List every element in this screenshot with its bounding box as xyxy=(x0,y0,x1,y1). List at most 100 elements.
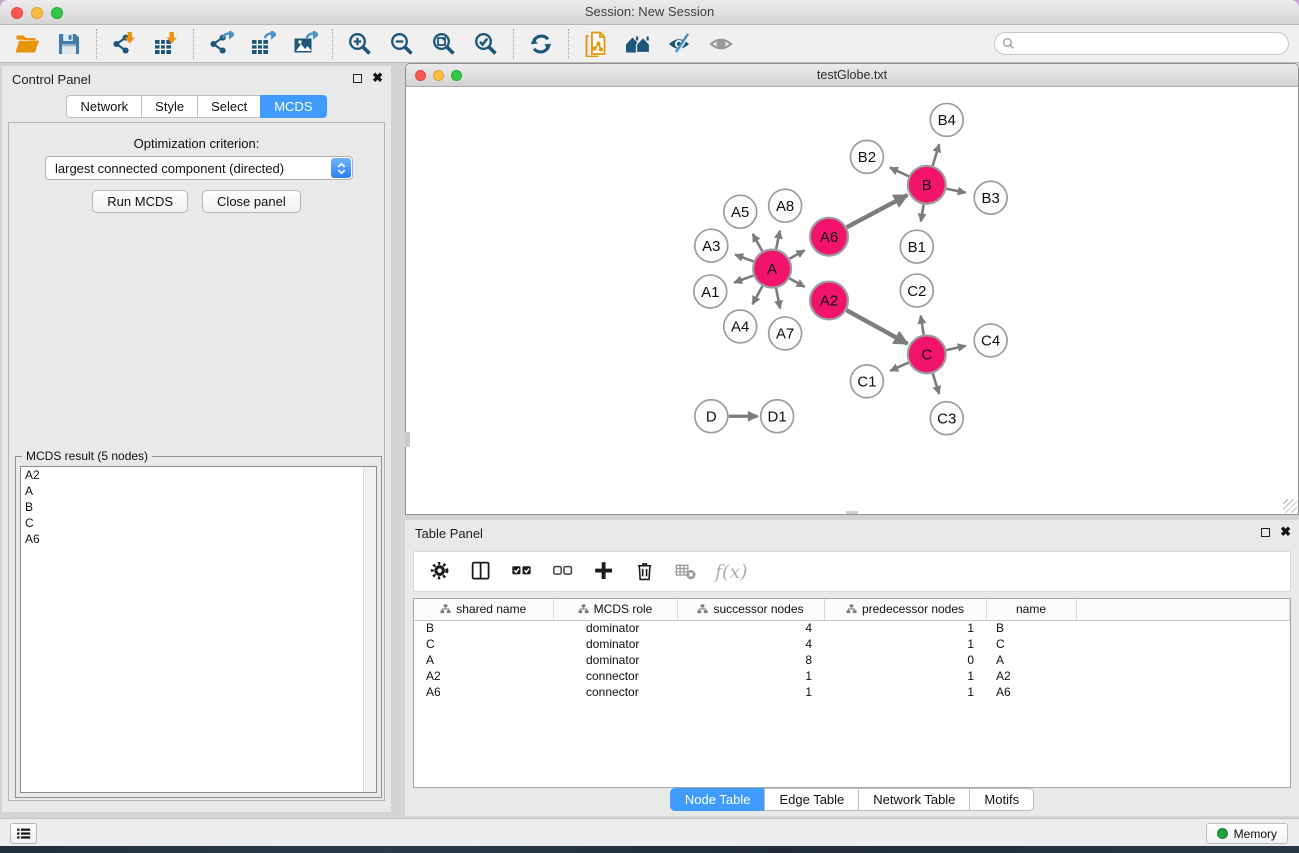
graph-node-A8[interactable]: A8 xyxy=(769,189,802,222)
table-row[interactable]: Adominator80A xyxy=(414,652,1290,668)
graph-node-C1[interactable]: C1 xyxy=(850,365,883,398)
graph-node-D1[interactable]: D1 xyxy=(761,400,794,433)
table-float-panel-icon[interactable] xyxy=(1261,528,1270,537)
graph-node-A[interactable]: A xyxy=(753,250,791,288)
task-history-button[interactable] xyxy=(10,823,37,844)
column-header-MCDS-role[interactable]: MCDS role xyxy=(553,599,677,620)
mcds-result-item[interactable]: A2 xyxy=(21,467,376,483)
graph-edge-A-A1[interactable] xyxy=(734,276,753,283)
tab-node-table[interactable]: Node Table xyxy=(670,788,765,811)
graph-node-A4[interactable]: A4 xyxy=(724,310,757,343)
mcds-result-item[interactable]: B xyxy=(21,499,376,515)
network-canvas[interactable]: B4B2BB3A8A5A6A3B1AC2A1A2A4A7C4CC1C3DD1 xyxy=(406,87,1298,514)
mcds-result-item[interactable]: A6 xyxy=(21,531,376,547)
graph-edge-A2-C[interactable] xyxy=(846,310,907,344)
table-row[interactable]: Cdominator41C xyxy=(414,636,1290,652)
close-panel-icon[interactable]: ✖ xyxy=(372,73,383,83)
graph-node-B3[interactable]: B3 xyxy=(974,181,1007,214)
add-column-icon[interactable] xyxy=(592,560,616,584)
table-close-panel-icon[interactable]: ✖ xyxy=(1280,527,1291,537)
table-row[interactable]: A2connector11A2 xyxy=(414,668,1290,684)
graph-node-C4[interactable]: C4 xyxy=(974,324,1007,357)
graph-node-B2[interactable]: B2 xyxy=(850,140,883,173)
function-builder-icon[interactable]: f(x) xyxy=(715,561,748,583)
tab-motifs[interactable]: Motifs xyxy=(969,788,1034,811)
graph-node-B4[interactable]: B4 xyxy=(930,103,963,136)
graph-edge-A-A8[interactable] xyxy=(776,231,780,249)
tab-network-table[interactable]: Network Table xyxy=(858,788,969,811)
deselect-all-icon[interactable] xyxy=(551,560,575,584)
tab-style[interactable]: Style xyxy=(141,95,197,118)
tab-network[interactable]: Network xyxy=(66,95,141,118)
zoom-fit-icon[interactable] xyxy=(430,30,458,58)
graph-node-A5[interactable]: A5 xyxy=(724,195,757,228)
tab-edge-table[interactable]: Edge Table xyxy=(764,788,858,811)
export-table-icon[interactable] xyxy=(249,30,277,58)
graph-edge-C-C4[interactable] xyxy=(946,346,966,350)
graph-edge-A-A7[interactable] xyxy=(776,288,780,308)
graph-edge-C-C2[interactable] xyxy=(921,316,924,335)
show-hide-panels-icon[interactable] xyxy=(666,30,694,58)
delete-column-icon[interactable] xyxy=(633,560,657,584)
network-from-file-icon[interactable] xyxy=(582,30,610,58)
zoom-in-icon[interactable] xyxy=(346,30,374,58)
result-list-scrollbar[interactable] xyxy=(363,467,376,792)
column-header-predecessor-nodes[interactable]: predecessor nodes xyxy=(824,599,986,620)
export-image-icon[interactable] xyxy=(291,30,319,58)
graph-edge-B-B2[interactable] xyxy=(890,168,909,177)
column-header-shared-name[interactable]: shared name xyxy=(414,599,553,620)
graph-edge-A-A5[interactable] xyxy=(753,234,763,251)
table-row[interactable]: A6connector11A6 xyxy=(414,684,1290,700)
close-panel-button[interactable]: Close panel xyxy=(202,190,301,213)
import-network-icon[interactable] xyxy=(110,30,138,58)
settings-icon[interactable] xyxy=(428,560,452,584)
preview-eye-icon[interactable] xyxy=(708,30,736,58)
table-row[interactable]: Bdominator41B xyxy=(414,620,1290,636)
optimization-criterion-select[interactable]: largest connected component (directed) xyxy=(45,156,353,180)
split-view-icon[interactable] xyxy=(469,560,493,584)
graph-node-B[interactable]: B xyxy=(908,166,946,204)
graph-node-A7[interactable]: A7 xyxy=(769,317,802,350)
zoom-out-icon[interactable] xyxy=(388,30,416,58)
tab-select[interactable]: Select xyxy=(197,95,260,118)
select-all-icon[interactable] xyxy=(510,560,534,584)
graph-edge-B-B1[interactable] xyxy=(921,204,924,221)
home-icon[interactable] xyxy=(624,30,652,58)
graph-edge-A-A6[interactable] xyxy=(790,250,805,258)
memory-button[interactable]: Memory xyxy=(1206,823,1288,844)
open-session-icon[interactable] xyxy=(13,30,41,58)
graph-edge-B-B3[interactable] xyxy=(946,189,965,193)
run-mcds-button[interactable]: Run MCDS xyxy=(92,190,188,213)
graph-node-A3[interactable]: A3 xyxy=(695,229,728,262)
mcds-result-item[interactable]: C xyxy=(21,515,376,531)
delete-table-icon[interactable] xyxy=(674,560,698,584)
window-resize-grip[interactable] xyxy=(1283,499,1297,513)
column-header-successor-nodes[interactable]: successor nodes xyxy=(677,599,824,620)
graph-edge-C-C3[interactable] xyxy=(933,373,939,394)
graph-edge-C-C1[interactable] xyxy=(890,363,908,371)
graph-edge-A-A3[interactable] xyxy=(735,255,753,262)
graph-node-B1[interactable]: B1 xyxy=(900,230,933,263)
graph-node-A1[interactable]: A1 xyxy=(694,275,727,308)
graph-edge-A6-B[interactable] xyxy=(847,195,908,227)
mcds-result-item[interactable]: A xyxy=(21,483,376,499)
graph-edge-A-A4[interactable] xyxy=(752,286,762,304)
graph-node-C3[interactable]: C3 xyxy=(930,402,963,435)
column-header-name[interactable]: name xyxy=(986,599,1076,620)
float-panel-icon[interactable] xyxy=(353,74,362,83)
mcds-result-list[interactable]: A2ABCA6 xyxy=(20,466,377,793)
tab-mcds[interactable]: MCDS xyxy=(260,95,326,118)
graph-edge-A-A2[interactable] xyxy=(790,278,805,286)
zoom-selected-icon[interactable] xyxy=(472,30,500,58)
canvas-vscroll-indicator[interactable] xyxy=(405,432,410,447)
network-window-titlebar[interactable]: testGlobe.txt xyxy=(406,64,1298,87)
graph-node-C[interactable]: C xyxy=(908,335,946,373)
export-network-icon[interactable] xyxy=(207,30,235,58)
search-input[interactable] xyxy=(994,32,1289,55)
graph-node-C2[interactable]: C2 xyxy=(900,274,933,307)
graph-node-A6[interactable]: A6 xyxy=(810,218,848,256)
save-session-icon[interactable] xyxy=(55,30,83,58)
import-table-icon[interactable] xyxy=(152,30,180,58)
graph-node-A2[interactable]: A2 xyxy=(810,282,848,320)
canvas-hscroll-indicator[interactable] xyxy=(846,511,858,514)
